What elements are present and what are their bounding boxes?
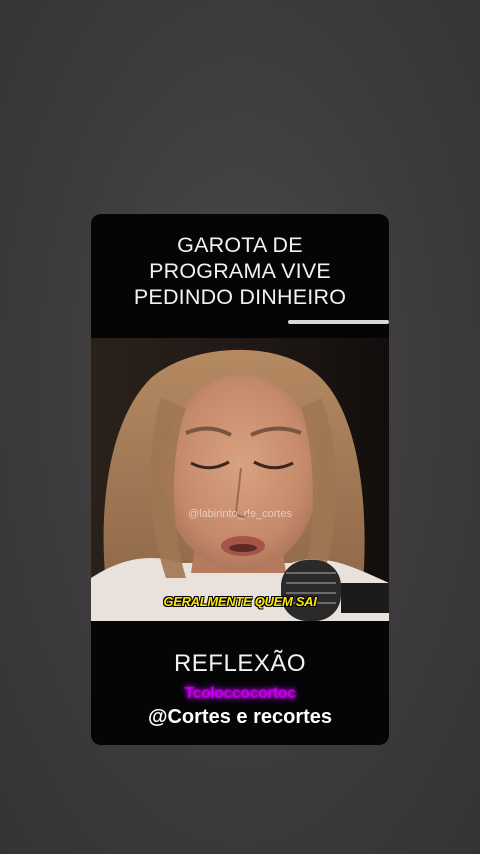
headline: GAROTA DE PROGRAMA VIVE PEDINDO DINHEIRO	[133, 233, 347, 309]
progress-bar[interactable]	[287, 320, 389, 324]
video-frame[interactable]: @labirinto_de_cortes GERALMENTE QUEM SAI	[91, 338, 389, 621]
video-caption: GERALMENTE QUEM SAI	[163, 594, 317, 609]
footer-title: REFLEXÃO	[173, 650, 307, 677]
video-post-card[interactable]: GAROTA DE PROGRAMA VIVE PEDINDO DINHEIRO	[91, 214, 389, 745]
glitch-text: Tcoloccocortoc	[184, 685, 296, 702]
video-still-image	[91, 338, 389, 621]
channel-handle[interactable]: @Cortes e recortes	[91, 706, 389, 729]
watermark-handle: @labirinto_de_cortes	[187, 508, 293, 520]
